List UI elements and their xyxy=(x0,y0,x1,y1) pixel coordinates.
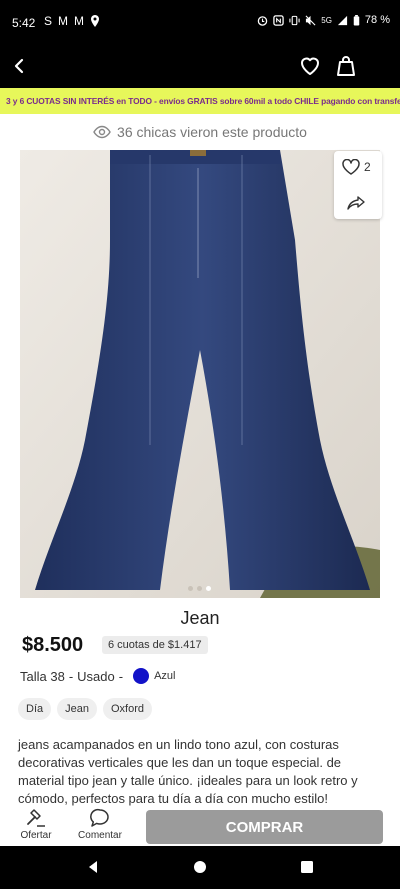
pagination-dot xyxy=(188,586,193,591)
chat-bubble-icon xyxy=(90,808,109,827)
tag-chip[interactable]: Oxford xyxy=(102,698,152,720)
vibrate-icon xyxy=(289,15,300,25)
product-price: $8.500 xyxy=(22,634,84,656)
system-icons: 5G 78 % xyxy=(257,14,390,26)
nav-home-icon[interactable] xyxy=(193,860,207,874)
gmail-icon: M xyxy=(58,14,69,28)
product-photo[interactable] xyxy=(20,150,380,598)
promo-banner: 3 y 6 CUOTAS SIN INTERÉS en TODO - envío… xyxy=(0,88,400,114)
bottom-action-bar: Ofertar Comentar COMPRAR xyxy=(0,808,400,846)
heart-outline-icon[interactable] xyxy=(298,54,322,78)
heart-outline-icon xyxy=(342,159,360,175)
eye-icon xyxy=(93,125,111,139)
installments-badge: 6 cuotas de $1.417 xyxy=(102,636,208,654)
tag-chip[interactable]: Día xyxy=(18,698,52,720)
status-time: 5:42 xyxy=(12,16,36,30)
offer-label: Ofertar xyxy=(20,830,52,841)
pagination-dot-active xyxy=(206,586,211,591)
product-title: Jean xyxy=(180,608,220,628)
size-label: Talla 38 xyxy=(20,668,65,684)
comment-label: Comentar xyxy=(78,830,122,841)
location-pin-icon xyxy=(91,15,100,27)
pagination-dot xyxy=(197,586,202,591)
battery-icon xyxy=(353,14,360,26)
nav-back-icon[interactable] xyxy=(86,860,100,874)
mute-icon xyxy=(305,15,316,25)
comment-button[interactable]: Comentar xyxy=(70,808,130,841)
color-swatch xyxy=(133,668,150,684)
views-text: 36 chicas vieron este producto xyxy=(117,124,307,140)
shopping-bag-icon[interactable] xyxy=(334,54,358,78)
like-button[interactable]: 2 xyxy=(342,159,371,175)
like-count: 2 xyxy=(364,160,371,174)
alarm-icon xyxy=(257,15,268,26)
product-content: 36 chicas vieron este producto 2 Jean $8… xyxy=(0,114,400,808)
product-attributes: Talla 38 - Usado - Azul xyxy=(20,668,175,684)
share-icon[interactable] xyxy=(347,195,365,211)
condition-label: Usado xyxy=(77,668,115,684)
battery-level: 78 % xyxy=(364,14,390,26)
tag-chip[interactable]: Jean xyxy=(57,698,97,720)
color-name: Azul xyxy=(154,670,176,682)
gmail-icon: M xyxy=(74,14,85,28)
app-header xyxy=(0,46,400,88)
buy-button[interactable]: COMPRAR xyxy=(146,810,383,844)
network-type: 5G xyxy=(321,15,332,25)
separator: - xyxy=(68,668,74,684)
system-nav-bar xyxy=(0,846,400,889)
status-bar: 5:42 S M M 5G 78 % xyxy=(0,0,400,46)
jeans-photo-illustration xyxy=(20,150,380,598)
views-counter: 36 chicas vieron este producto xyxy=(0,122,400,142)
signal-icon xyxy=(337,15,348,25)
notification-s-icon: S xyxy=(44,14,53,28)
offer-button[interactable]: Ofertar xyxy=(6,808,66,841)
nfc-icon xyxy=(273,14,284,26)
photo-side-actions: 2 xyxy=(334,151,382,219)
notification-icons: S M M xyxy=(44,14,100,28)
photo-pagination xyxy=(188,586,211,591)
product-description: jeans acampanados en un lindo tono azul,… xyxy=(18,737,358,806)
promo-text: 3 y 6 CUOTAS SIN INTERÉS en TODO - envío… xyxy=(6,96,400,106)
nav-recents-icon[interactable] xyxy=(300,860,314,874)
separator: - xyxy=(118,668,124,684)
product-tags: Día Jean Oxford xyxy=(18,698,152,720)
back-arrow-icon[interactable] xyxy=(8,54,32,78)
gavel-icon xyxy=(27,809,45,827)
